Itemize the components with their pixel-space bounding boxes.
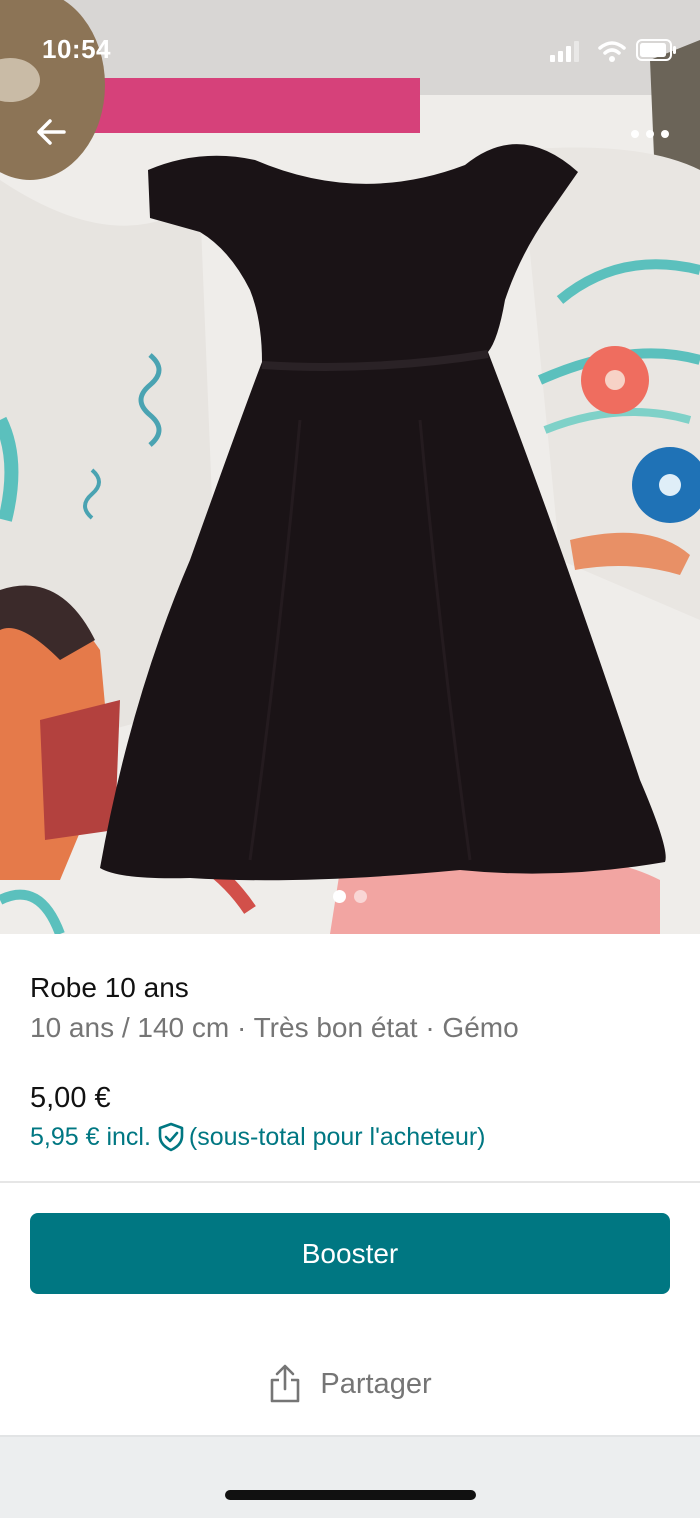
share-label: Partager: [320, 1367, 432, 1400]
buyer-price-amount: 5,95 € incl.: [30, 1122, 151, 1151]
dress-photo-image: [0, 0, 700, 934]
more-horizontal-icon[interactable]: [628, 116, 672, 152]
divider: [0, 1181, 700, 1183]
bottom-section: [0, 1435, 700, 1518]
item-price: 5,00 €: [30, 1082, 111, 1114]
gallery-pager: [0, 890, 700, 903]
wifi-icon: [598, 41, 626, 62]
status-time: 10:54: [42, 34, 111, 64]
signal-icon: [550, 41, 579, 62]
item-subtitle: 10 ans / 140 cm · Très bon état · Gémo: [30, 1012, 519, 1043]
home-indicator: [225, 1490, 476, 1500]
buyer-price-info[interactable]: 5,95 € incl. (sous-total pour l'acheteur…: [30, 1122, 486, 1152]
status-icons: [550, 39, 676, 62]
share-icon: [271, 1364, 300, 1403]
battery-icon: [636, 39, 676, 61]
pager-dot-active: [333, 890, 346, 903]
item-title: Robe 10 ans: [30, 972, 189, 1003]
buyer-price-note: (sous-total pour l'acheteur): [188, 1122, 486, 1151]
shield-check-icon: [158, 1122, 184, 1152]
item-photo[interactable]: 10:54: [0, 0, 700, 934]
arrow-left-icon[interactable]: [30, 110, 74, 154]
booster-button[interactable]: Booster: [30, 1213, 670, 1294]
share-button[interactable]: Partager: [0, 1354, 700, 1414]
pager-dot: [354, 890, 367, 903]
